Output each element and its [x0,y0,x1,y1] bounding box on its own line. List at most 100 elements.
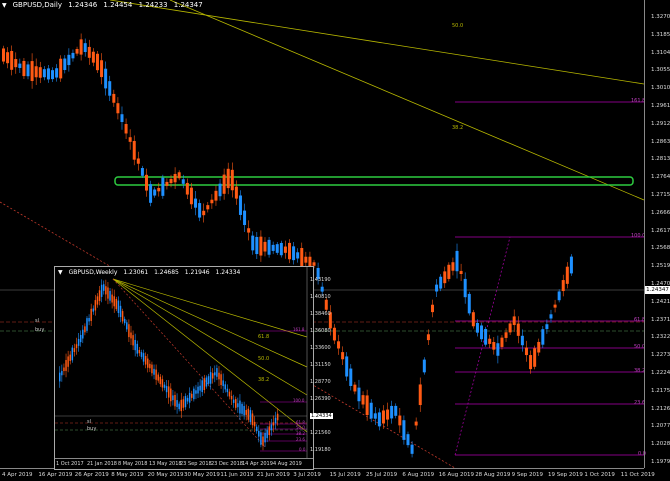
weekly-candle[interactable] [226,388,229,393]
daily-candle[interactable] [71,52,75,59]
daily-candle[interactable] [128,137,132,142]
daily-candle[interactable] [161,177,165,196]
weekly-candle[interactable] [251,413,254,426]
daily-candle[interactable] [529,355,533,370]
weekly-candle[interactable] [167,386,170,398]
daily-candle[interactable] [435,284,439,292]
weekly-candle[interactable] [207,376,210,384]
weekly-candle[interactable] [113,296,115,307]
weekly-candle[interactable] [232,399,235,403]
daily-candle[interactable] [386,409,390,420]
weekly-candle[interactable] [237,403,239,408]
daily-candle[interactable] [42,69,46,78]
weekly-candle[interactable] [123,318,126,324]
weekly-candle[interactable] [84,326,86,333]
daily-candle[interactable] [406,434,410,446]
daily-candle[interactable] [194,198,198,208]
weekly-candle[interactable] [197,386,199,394]
weekly-candle[interactable] [188,392,191,403]
weekly-candle[interactable] [69,354,71,361]
daily-candle[interactable] [55,68,59,78]
weekly-candle[interactable] [264,432,266,443]
daily-candle[interactable] [165,181,169,186]
weekly-candle[interactable] [270,424,273,431]
daily-candle[interactable] [541,329,545,345]
daily-candle[interactable] [471,312,475,327]
daily-candle[interactable] [488,338,492,344]
weekly-candle[interactable] [203,378,206,391]
daily-candle[interactable] [414,421,418,426]
weekly-candle[interactable] [115,298,118,310]
weekly-candle[interactable] [65,360,67,371]
daily-candle[interactable] [95,53,99,71]
daily-candle[interactable] [431,304,434,313]
weekly-candle[interactable] [165,386,168,393]
weekly-candle[interactable] [136,343,139,354]
weekly-candle[interactable] [75,344,78,349]
daily-candle[interactable] [381,410,385,424]
weekly-candle[interactable] [144,355,147,365]
daily-candle[interactable] [206,205,210,210]
daily-candle[interactable] [120,114,124,123]
weekly-candle[interactable] [262,436,264,446]
weekly-candle[interactable] [216,368,218,377]
weekly-candle[interactable] [161,379,164,388]
weekly-candle[interactable] [253,421,256,427]
daily-candle[interactable] [426,334,430,341]
weekly-candle[interactable] [249,410,252,423]
daily-candle[interactable] [524,347,528,356]
daily-candle[interactable] [255,236,259,255]
weekly-candle[interactable] [172,395,174,401]
daily-candle[interactable] [46,68,50,80]
daily-candle[interactable] [357,387,361,402]
daily-candle[interactable] [271,244,275,251]
daily-candle[interactable] [500,337,504,347]
daily-candle[interactable] [51,70,55,80]
daily-candle[interactable] [480,325,484,340]
daily-candle[interactable] [463,278,467,298]
weekly-candle[interactable] [134,339,136,351]
daily-candle[interactable] [283,246,287,253]
daily-candle[interactable] [251,235,255,251]
daily-candle[interactable] [230,169,234,191]
daily-candle[interactable] [108,81,112,96]
daily-candle[interactable] [83,43,87,53]
weekly-candle[interactable] [121,311,124,322]
weekly-candle[interactable] [170,388,172,402]
weekly-candle[interactable] [88,317,90,322]
weekly-candle[interactable] [243,406,245,416]
daily-candle[interactable] [14,59,18,68]
daily-candle[interactable] [565,266,569,284]
daily-candle[interactable] [75,48,79,54]
daily-candle[interactable] [496,343,500,356]
weekly-candle[interactable] [79,334,82,343]
weekly-candle[interactable] [126,322,128,330]
daily-candle[interactable] [18,63,22,68]
weekly-candle[interactable] [140,352,143,357]
daily-candle[interactable] [398,415,402,426]
daily-candle[interactable] [2,48,5,62]
weekly-candle[interactable] [235,399,237,408]
weekly-candle[interactable] [201,380,203,393]
weekly-price-axis[interactable]: 1.43190 1.40810 1.38460 1.36080 1.33600 1.311… [307,267,349,457]
daily-candle[interactable] [545,324,549,330]
daily-candle[interactable] [508,323,512,333]
weekly-candle[interactable] [96,296,99,305]
daily-candle[interactable] [516,323,520,336]
daily-candle[interactable] [263,241,267,252]
daily-candle[interactable] [222,174,226,194]
daily-candle[interactable] [439,276,443,289]
daily-candle[interactable] [63,58,67,70]
weekly-candle[interactable] [86,318,88,331]
daily-candle[interactable] [410,444,414,454]
price-axis[interactable]: 1.32700 1.31850 1.31040 1.30550 1.30100 1.296… [644,0,670,468]
weekly-candle[interactable] [92,308,95,312]
daily-candle[interactable] [484,328,488,345]
daily-candle[interactable] [116,103,120,114]
chart-menu-icon[interactable]: ▼ [2,2,7,9]
daily-candle[interactable] [557,291,561,301]
daily-candle[interactable] [218,183,222,197]
weekly-candle[interactable] [220,374,222,386]
daily-candle[interactable] [512,316,516,326]
weekly-candle[interactable] [159,376,162,385]
